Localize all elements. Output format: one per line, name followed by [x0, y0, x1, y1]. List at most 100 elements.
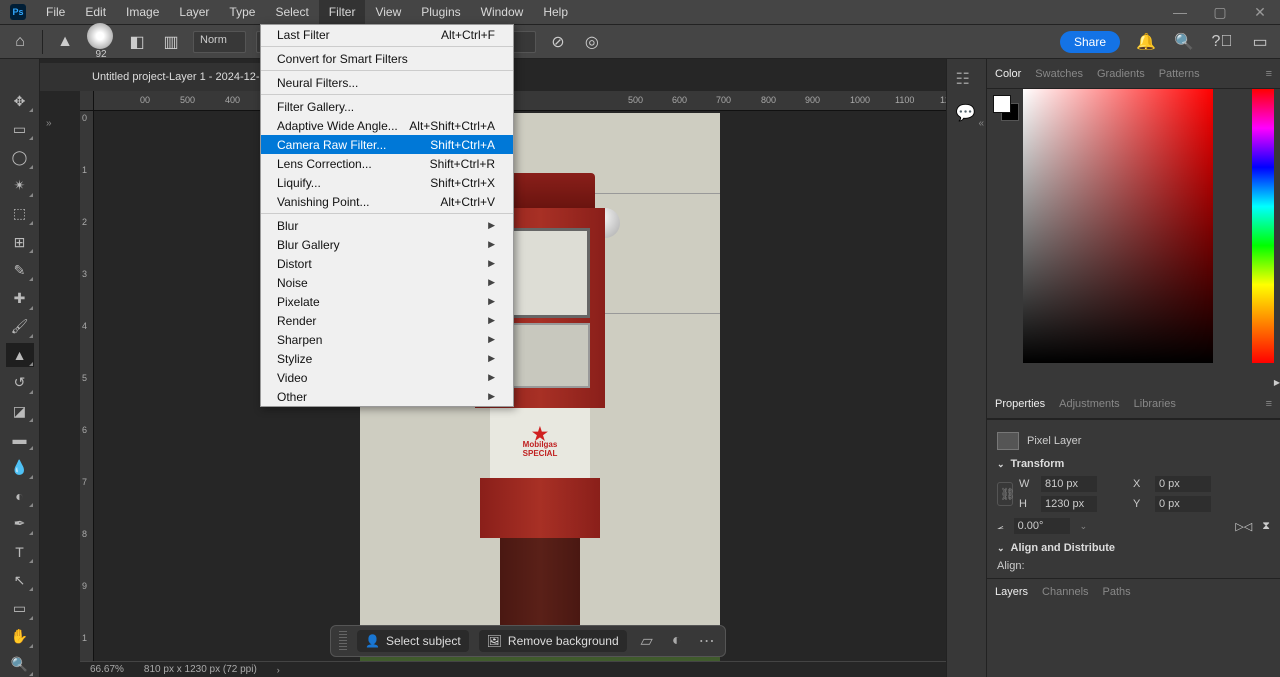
type-tool[interactable]: T [6, 540, 34, 564]
menu-image[interactable]: Image [116, 0, 169, 24]
flip-vertical-icon[interactable]: ⧗ [1262, 520, 1270, 533]
maximize-button[interactable]: ▢ [1200, 4, 1240, 21]
tab-gradients[interactable]: Gradients [1097, 62, 1145, 86]
gradient-tool[interactable]: ▬ [6, 427, 34, 451]
filter-menu-item[interactable]: Sharpen▶ [261, 330, 513, 349]
transform-section-header[interactable]: ⌄ Transform [997, 458, 1270, 470]
y-input[interactable] [1155, 496, 1211, 512]
filter-menu-item[interactable]: Blur▶ [261, 216, 513, 235]
tab-channels[interactable]: Channels [1042, 586, 1088, 598]
frame-tool[interactable]: ⊞ [6, 230, 34, 254]
filter-menu-item[interactable]: Other▶ [261, 387, 513, 406]
ignore-adjustment-icon[interactable]: ⊘ [546, 30, 570, 54]
menu-type[interactable]: Type [219, 0, 265, 24]
pen-tool[interactable]: ✒ [6, 512, 34, 536]
filter-menu-item[interactable]: Distort▶ [261, 254, 513, 273]
select-subject-button[interactable]: 👤 Select subject [357, 630, 469, 652]
expand-panels-icon[interactable]: « [978, 118, 984, 129]
brush-panel-icon[interactable]: ▥ [159, 30, 183, 54]
comments-panel-icon[interactable]: 💬 [956, 103, 978, 125]
home-icon[interactable]: ⌂ [8, 30, 32, 54]
hue-slider[interactable] [1252, 89, 1274, 363]
wand-tool[interactable]: ✴ [6, 174, 34, 198]
share-button[interactable]: Share [1060, 31, 1120, 53]
tab-paths[interactable]: Paths [1103, 586, 1131, 598]
zoom-tool[interactable]: 🔍 [6, 653, 34, 677]
filter-menu-item[interactable]: Video▶ [261, 368, 513, 387]
history-brush-tool[interactable]: ↺ [6, 371, 34, 395]
hand-tool[interactable]: ✋ [6, 625, 34, 649]
help-icon[interactable]: ?⃝ [1210, 30, 1234, 54]
filter-menu-item[interactable]: Lens Correction...Shift+Ctrl+R [261, 154, 513, 173]
filter-menu-item[interactable]: Blur Gallery▶ [261, 235, 513, 254]
menu-edit[interactable]: Edit [75, 0, 116, 24]
path-tool[interactable]: ↖ [6, 568, 34, 592]
heal-tool[interactable]: ✚ [6, 286, 34, 310]
dropdown-icon[interactable]: ⌄ [1080, 521, 1088, 532]
tab-color[interactable]: Color [995, 62, 1021, 86]
menu-filter[interactable]: Filter [319, 0, 366, 24]
pressure-size-icon[interactable]: ◎ [580, 30, 604, 54]
menu-window[interactable]: Window [471, 0, 534, 24]
clone-stamp-tool-icon[interactable]: ▲ [53, 30, 77, 54]
link-wh-icon[interactable]: ⛓ [997, 482, 1013, 506]
brush-preview-icon[interactable] [87, 23, 113, 49]
menu-select[interactable]: Select [265, 0, 318, 24]
height-input[interactable] [1041, 496, 1097, 512]
menu-file[interactable]: File [36, 0, 75, 24]
more-icon[interactable]: ⋯ [697, 631, 717, 651]
filter-menu-item[interactable]: Convert for Smart Filters [261, 49, 513, 68]
menu-plugins[interactable]: Plugins [411, 0, 470, 24]
filter-menu-item[interactable]: Camera Raw Filter...Shift+Ctrl+A [261, 135, 513, 154]
panel-menu-icon[interactable]: ≡ [1266, 68, 1272, 80]
remove-background-button[interactable]: 🖼 Remove background [479, 630, 627, 652]
filter-menu-item[interactable]: Neural Filters... [261, 73, 513, 92]
filter-menu-item[interactable]: Pixelate▶ [261, 292, 513, 311]
align-section-header[interactable]: ⌄ Align and Distribute [997, 542, 1270, 554]
search-icon[interactable]: 🔍 [1172, 30, 1196, 54]
brush-tool[interactable]: 🖌 [6, 315, 34, 339]
filter-menu-item[interactable]: Last FilterAlt+Ctrl+F [261, 25, 513, 44]
minimize-button[interactable]: — [1160, 4, 1200, 21]
move-tool[interactable]: ✥ [6, 89, 34, 113]
zoom-value[interactable]: 66.67% [90, 664, 124, 675]
filter-menu-item[interactable]: Liquify...Shift+Ctrl+X [261, 173, 513, 192]
x-input[interactable] [1155, 476, 1211, 492]
filter-menu-item[interactable]: Render▶ [261, 311, 513, 330]
filter-menu-item[interactable]: Filter Gallery... [261, 97, 513, 116]
blur-tool[interactable]: 💧 [6, 455, 34, 479]
transform-icon[interactable]: ▱ [637, 631, 657, 651]
filter-menu-item[interactable]: Vanishing Point...Alt+Ctrl+V [261, 192, 513, 211]
foreground-color[interactable] [993, 95, 1011, 113]
workspace-icon[interactable]: ▭ [1248, 30, 1272, 54]
tab-libraries[interactable]: Libraries [1134, 392, 1176, 416]
chevron-right-icon[interactable]: › [277, 665, 280, 675]
bell-icon[interactable]: 🔔 [1134, 30, 1158, 54]
filter-menu-item[interactable]: Noise▶ [261, 273, 513, 292]
color-field[interactable] [1023, 89, 1213, 363]
blend-mode-select[interactable]: Norm [193, 31, 246, 53]
marquee-tool[interactable]: ▭ [6, 117, 34, 141]
filter-menu-item[interactable]: Adaptive Wide Angle...Alt+Shift+Ctrl+A [261, 116, 513, 135]
rotation-input[interactable] [1014, 518, 1070, 534]
crop-tool[interactable]: ⬚ [6, 202, 34, 226]
drag-handle-icon[interactable] [339, 631, 347, 651]
tab-adjustments[interactable]: Adjustments [1059, 392, 1120, 416]
eraser-tool[interactable]: ◪ [6, 399, 34, 423]
tab-swatches[interactable]: Swatches [1035, 62, 1083, 86]
menu-view[interactable]: View [365, 0, 411, 24]
expand-left-icon[interactable]: » [46, 118, 52, 129]
tab-patterns[interactable]: Patterns [1159, 62, 1200, 86]
flip-horizontal-icon[interactable]: ▷◁ [1235, 520, 1252, 533]
mask-icon[interactable]: ◐ [667, 631, 687, 651]
menu-layer[interactable]: Layer [169, 0, 219, 24]
width-input[interactable] [1041, 476, 1097, 492]
color-swatch[interactable] [993, 95, 1019, 121]
clone-stamp-tool[interactable]: ▲ [6, 343, 34, 367]
panel-menu-icon[interactable]: ≡ [1266, 398, 1272, 410]
tab-layers[interactable]: Layers [995, 586, 1028, 598]
eyedropper-tool[interactable]: ✎ [6, 258, 34, 282]
dodge-tool[interactable]: ◐ [6, 484, 34, 508]
filter-menu-item[interactable]: Stylize▶ [261, 349, 513, 368]
close-button[interactable]: ✕ [1240, 4, 1280, 21]
